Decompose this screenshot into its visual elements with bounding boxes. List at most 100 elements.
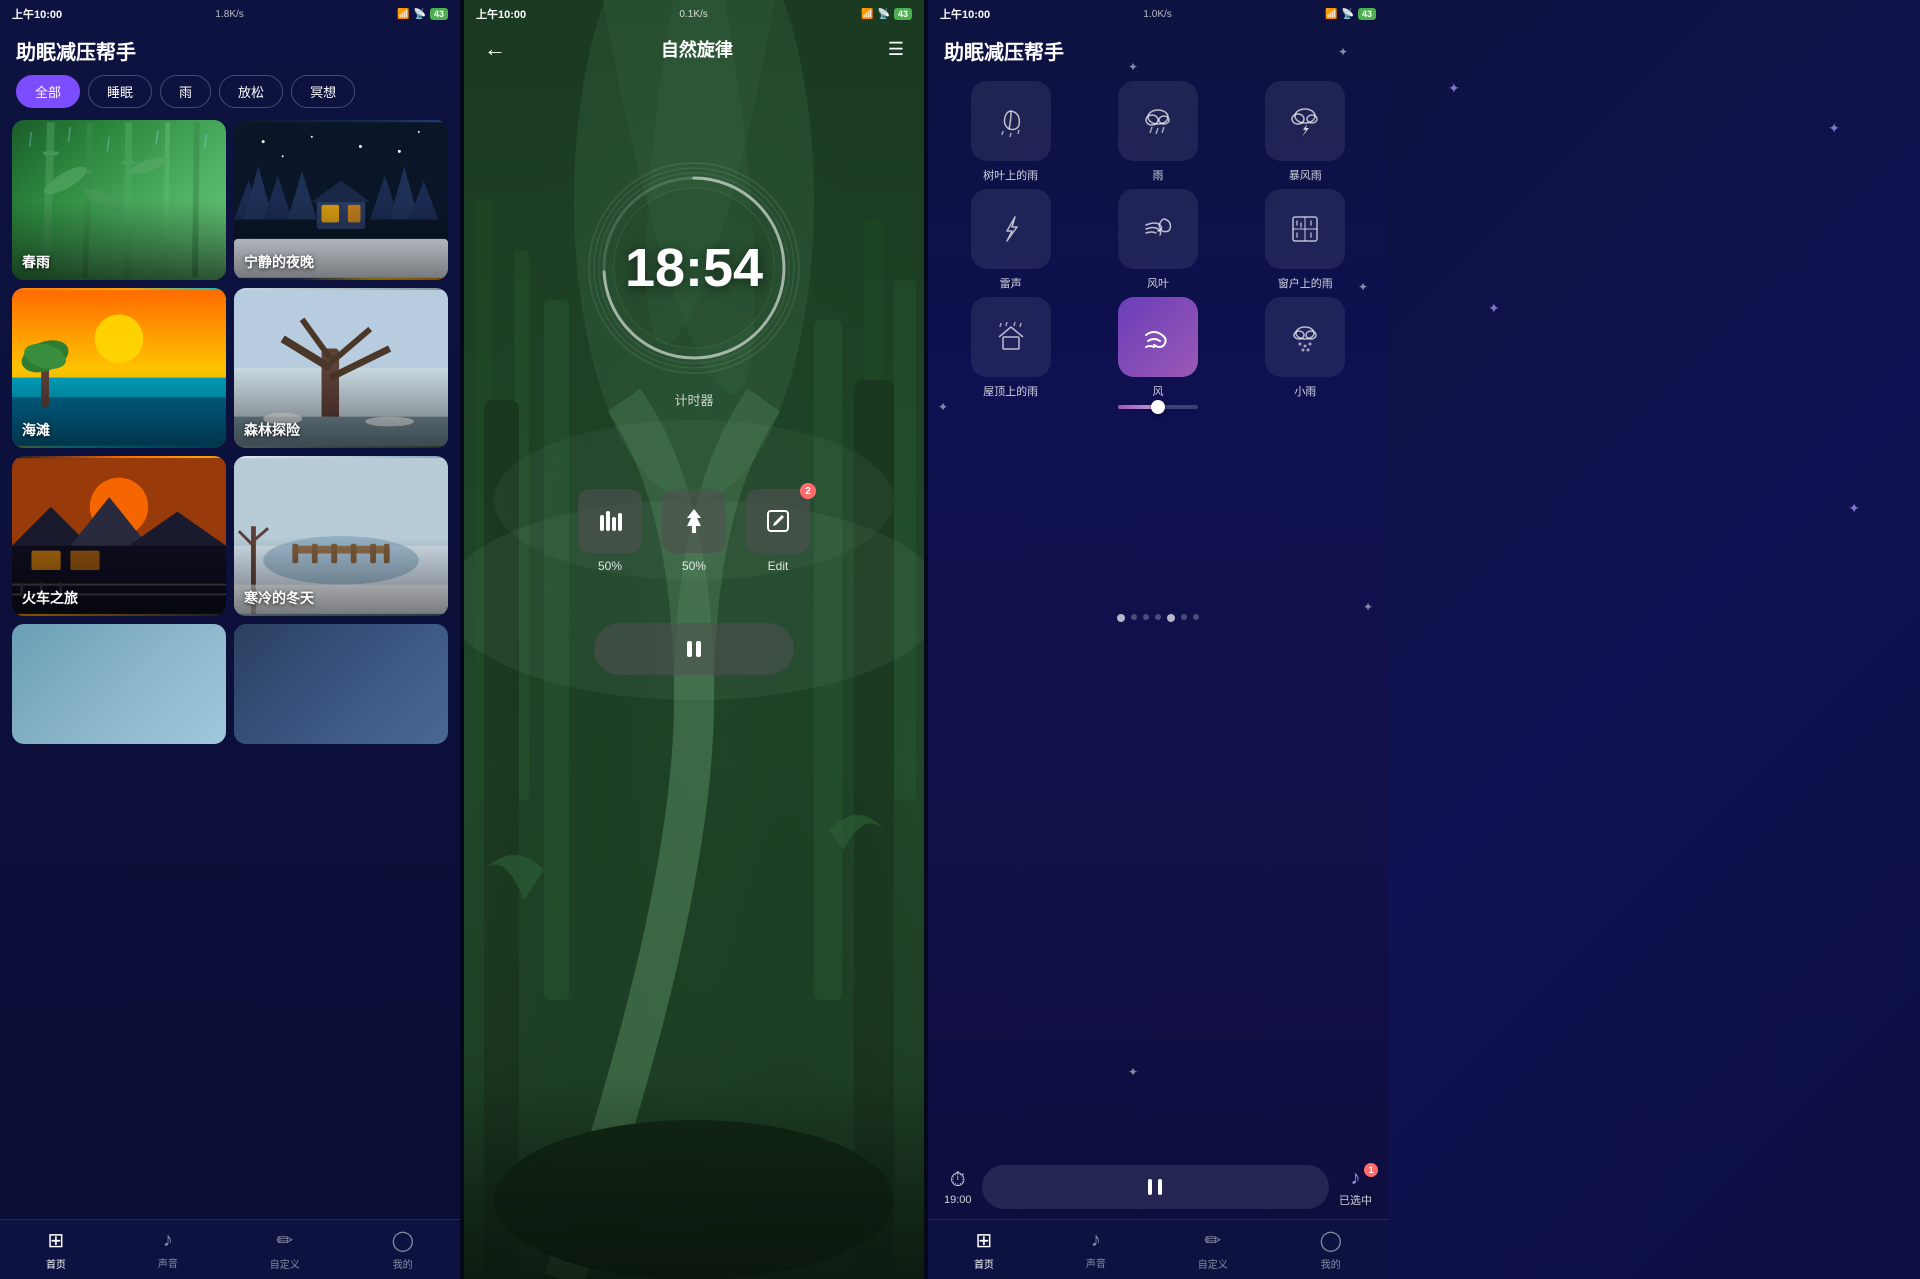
status-icons-3: 📶 📡 43 [1325, 8, 1376, 20]
dot-2 [1131, 614, 1137, 620]
sound-cell-wind: 风 [1087, 297, 1228, 409]
thunder-label: 雷声 [1000, 275, 1022, 291]
right-area-placeholder [1388, 0, 1920, 60]
card-partial-1[interactable] [12, 624, 226, 744]
clock-ring: 18:54 [584, 158, 804, 378]
mine-icon-3: ◯ [1320, 1228, 1342, 1253]
nav-home-label-3: 首页 [974, 1256, 994, 1271]
leaf-rain-button[interactable] [971, 81, 1051, 161]
card-forest[interactable]: 森林探险 [234, 288, 448, 448]
nav-custom-label-1: 自定义 [270, 1256, 300, 1271]
window-rain-button[interactable] [1265, 189, 1345, 269]
battery-2: 43 [894, 8, 912, 20]
star-deco-3: ✦ [1358, 280, 1368, 294]
wind-leaf-button[interactable] [1118, 189, 1198, 269]
sound-cell-roof-rain: 屋顶上的雨 [940, 297, 1081, 409]
drizzle-button[interactable] [1265, 297, 1345, 377]
page-dots [928, 604, 1388, 632]
mine-icon-1: ◯ [392, 1228, 414, 1253]
status-speed-2: 0.1K/s [679, 9, 707, 20]
card-label-spring-rain: 春雨 [22, 252, 50, 272]
card-quiet-night[interactable]: 宁静的夜晚 [234, 120, 448, 280]
sound-cell-leaf-rain: 树叶上的雨 [940, 81, 1081, 183]
menu-button[interactable]: ☰ [888, 39, 904, 60]
pause-icon [682, 637, 706, 661]
selected-button[interactable]: ♪ 1 已选中 [1339, 1167, 1372, 1208]
custom-icon-3: ✏ [1204, 1228, 1221, 1253]
card-partial-2[interactable] [234, 624, 448, 744]
nav-home-1[interactable]: ⊞ 首页 [46, 1228, 66, 1271]
home-grid: 春雨 [0, 120, 460, 1219]
sound-nav-icon-3: ♪ [1091, 1229, 1101, 1252]
wind-leaf-label: 风叶 [1147, 275, 1169, 291]
status-time-1: 上午10:00 [12, 6, 62, 22]
wind-label: 风 [1152, 383, 1163, 399]
rstar-3: ✦ [1488, 300, 1500, 317]
card-train[interactable]: 火车之旅 [12, 456, 226, 616]
nav-mine-label-1: 我的 [393, 1256, 413, 1271]
bottom-nav-1: ⊞ 首页 ♪ 声音 ✏ 自定义 ◯ 我的 [0, 1219, 460, 1279]
nav-mine-1[interactable]: ◯ 我的 [392, 1228, 414, 1271]
nav-mine-label-3: 我的 [1321, 1256, 1341, 1271]
nav-mine-3[interactable]: ◯ 我的 [1320, 1228, 1342, 1271]
edit-badge: 2 [800, 483, 816, 499]
card-spring-rain[interactable]: 春雨 [12, 120, 226, 280]
sound-nav-icon-1: ♪ [163, 1229, 173, 1252]
panel-home: 上午10:00 1.8K/s 📶 📡 43 助眠减压帮手 全部 睡眠 雨 放松 … [0, 0, 460, 1279]
category-tabs: 全部 睡眠 雨 放松 冥想 [0, 75, 460, 120]
status-bar-1: 上午10:00 1.8K/s 📶 📡 43 [0, 0, 460, 28]
wind-button[interactable] [1118, 297, 1198, 377]
tab-rain[interactable]: 雨 [160, 75, 211, 108]
storm-button[interactable] [1265, 81, 1345, 161]
tab-meditate[interactable]: 冥想 [291, 75, 355, 108]
nature-icon-box [662, 489, 726, 553]
nav-custom-1[interactable]: ✏ 自定义 [270, 1228, 300, 1271]
tab-all[interactable]: 全部 [16, 75, 80, 108]
sounds-footer: ⏱ 19:00 ♪ 1 已选中 [928, 1155, 1388, 1219]
status-time-2: 上午10:00 [476, 6, 526, 22]
rain-label: 雨 [1152, 167, 1163, 183]
status-bar-2: 上午10:00 0.1K/s 📶 📡 43 [464, 0, 924, 28]
nav-sound-1[interactable]: ♪ 声音 [158, 1229, 178, 1270]
card-label-train: 火车之旅 [22, 588, 78, 608]
back-button[interactable]: ← [484, 36, 506, 62]
dot-5 [1167, 614, 1175, 622]
status-icons-2: 📶 📡 43 [861, 8, 912, 20]
play-pause-button[interactable] [594, 623, 794, 675]
status-bar-3: 上午10:00 1.0K/s 📶 📡 43 [928, 0, 1388, 28]
panel-sounds: ✦ ✦ ✦ ✦ ✦ ✦ 上午10:00 1.0K/s 📶 📡 43 助眠减压帮手 [928, 0, 1388, 1279]
eq-label: 50% [598, 559, 622, 573]
star-deco-5: ✦ [1363, 600, 1373, 614]
rstar-2: ✦ [1828, 120, 1840, 137]
thunder-button[interactable] [971, 189, 1051, 269]
footer-play-button[interactable] [982, 1165, 1329, 1209]
nav-home-3[interactable]: ⊞ 首页 [974, 1228, 994, 1271]
tab-sleep[interactable]: 睡眠 [88, 75, 152, 108]
card-cold-winter[interactable]: 寒冷的冬天 [234, 456, 448, 616]
equalizer-button[interactable]: 50% [578, 489, 642, 573]
edit-icon-box: 2 [746, 489, 810, 553]
nature-button[interactable]: 50% [662, 489, 726, 573]
timer-button[interactable]: ⏱ 19:00 [944, 1169, 972, 1206]
status-icons-1: 📶 📡 43 [397, 8, 448, 20]
storm-label: 暴风雨 [1289, 167, 1322, 183]
nav-sound-3[interactable]: ♪ 声音 [1086, 1229, 1106, 1270]
card-beach[interactable]: 海滩 [12, 288, 226, 448]
roof-rain-button[interactable] [971, 297, 1051, 377]
clock-label: 计时器 [674, 390, 713, 409]
wifi-icon-2: 📡 [878, 9, 890, 20]
player-header: ← 自然旋律 ☰ [464, 28, 924, 78]
signal-icon: 📶 [397, 9, 409, 20]
status-speed-1: 1.8K/s [215, 9, 243, 20]
nav-home-label-1: 首页 [46, 1256, 66, 1271]
dot-3 [1143, 614, 1149, 620]
rain-button[interactable] [1118, 81, 1198, 161]
wind-slider[interactable] [1118, 405, 1198, 409]
nav-sound-label-3: 声音 [1086, 1255, 1106, 1270]
edit-button[interactable]: 2 Edit [746, 489, 810, 573]
rstar-4: ✦ [1848, 500, 1860, 517]
nav-custom-3[interactable]: ✏ 自定义 [1198, 1228, 1228, 1271]
sound-cell-storm: 暴风雨 [1235, 81, 1376, 183]
dot-7 [1193, 614, 1199, 620]
tab-relax[interactable]: 放松 [219, 75, 283, 108]
